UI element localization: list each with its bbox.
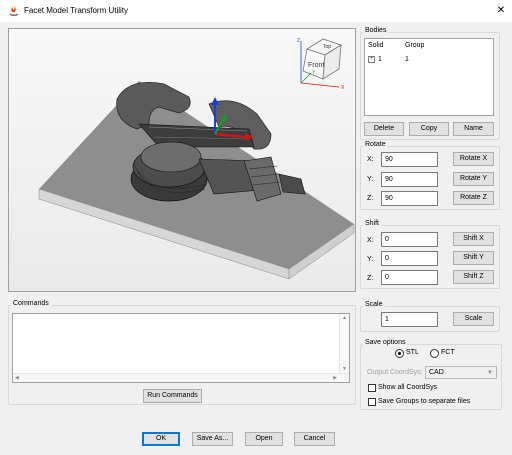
- close-button[interactable]: ✕: [494, 4, 508, 18]
- name-button[interactable]: Name: [453, 122, 494, 136]
- rotate-z-input[interactable]: [381, 191, 438, 206]
- viewcube-top-label: Top: [323, 44, 331, 50]
- rotate-y-label: Y:: [367, 176, 374, 183]
- commands-label: Commands: [11, 300, 51, 307]
- fct-label[interactable]: FCT: [441, 349, 455, 356]
- scale-input[interactable]: [381, 312, 438, 327]
- output-coordsys-value: CAD: [429, 369, 444, 376]
- rotate-x-input[interactable]: [381, 152, 438, 167]
- rotate-y-input[interactable]: [381, 172, 438, 187]
- run-commands-button[interactable]: Run Commands: [143, 389, 202, 403]
- shift-x-label: X:: [367, 237, 374, 244]
- chevron-down-icon: ▼: [487, 370, 493, 376]
- column-header-group[interactable]: Group: [405, 42, 424, 49]
- shift-z-input[interactable]: [381, 270, 438, 285]
- save-groups-checkbox[interactable]: [368, 398, 376, 406]
- viewcube-front-label: Front: [308, 62, 324, 69]
- save-groups-label[interactable]: Save Groups to separate files: [378, 398, 470, 405]
- ok-button[interactable]: OK: [142, 432, 180, 446]
- expand-icon[interactable]: +: [368, 56, 375, 63]
- save-as-button[interactable]: Save As...: [192, 432, 233, 446]
- shift-label: Shift: [363, 220, 382, 227]
- shift-z-button[interactable]: Shift Z: [453, 270, 494, 284]
- window-title: Facet Model Transform Utility: [24, 6, 129, 15]
- bodies-label: Bodies: [363, 27, 389, 34]
- main-window: Facet Model Transform Utility ✕ Top Fron…: [0, 0, 512, 455]
- column-header-solid[interactable]: Solid: [368, 42, 384, 49]
- group-cell[interactable]: 1: [405, 56, 409, 63]
- stl-label[interactable]: STL: [406, 349, 419, 356]
- title-bar: Facet Model Transform Utility ✕: [0, 0, 512, 22]
- commands-horizontal-scrollbar[interactable]: ◀ ▶: [13, 373, 349, 382]
- scroll-left-arrow-icon[interactable]: ◀: [15, 375, 19, 381]
- shift-z-label: Z:: [367, 275, 374, 282]
- fct-radio[interactable]: [430, 349, 439, 358]
- delete-button[interactable]: Delete: [364, 122, 404, 136]
- rotate-z-button[interactable]: Rotate Z: [453, 191, 494, 205]
- scroll-up-arrow-icon[interactable]: ▲: [342, 315, 347, 321]
- rotate-x-button[interactable]: Rotate X: [453, 152, 494, 166]
- shift-y-button[interactable]: Shift Y: [453, 251, 494, 265]
- scale-label: Scale: [363, 301, 385, 308]
- shift-y-input[interactable]: [381, 251, 438, 266]
- open-button[interactable]: Open: [245, 432, 283, 446]
- save-options-label: Save options: [363, 339, 408, 346]
- rotate-z-label: Z:: [367, 195, 374, 202]
- output-coordsys-select[interactable]: CAD ▼: [425, 366, 497, 379]
- rotate-x-label: X:: [367, 156, 374, 163]
- shift-x-button[interactable]: Shift X: [453, 232, 494, 246]
- java-app-icon: [9, 6, 19, 17]
- scroll-right-arrow-icon[interactable]: ▶: [333, 375, 337, 381]
- stl-radio[interactable]: [395, 349, 404, 358]
- model-viewport[interactable]: Top Front Z X Y: [8, 28, 356, 292]
- shift-y-label: Y:: [367, 256, 374, 263]
- copy-button[interactable]: Copy: [409, 122, 449, 136]
- end-pin: [278, 173, 306, 195]
- solid-cell[interactable]: 1: [378, 56, 382, 63]
- view-cube[interactable]: Top Front Z X Y: [295, 33, 351, 91]
- viewcube-z-label: Z: [297, 38, 300, 44]
- output-coordsys-label: Output CoordSys:: [367, 369, 423, 376]
- viewcube-x-label: X: [341, 85, 345, 91]
- show-all-coordsys-label[interactable]: Show all CoordSys: [378, 384, 437, 391]
- shift-x-input[interactable]: [381, 232, 438, 247]
- scroll-down-arrow-icon[interactable]: ▼: [342, 366, 347, 372]
- rotate-label: Rotate: [363, 141, 388, 148]
- commands-textarea[interactable]: ▲ ▼ ◀ ▶: [12, 313, 350, 383]
- rotate-y-button[interactable]: Rotate Y: [453, 172, 494, 186]
- scale-button[interactable]: Scale: [453, 312, 494, 326]
- show-all-coordsys-checkbox[interactable]: [368, 384, 376, 392]
- cancel-button[interactable]: Cancel: [294, 432, 335, 446]
- commands-vertical-scrollbar[interactable]: ▲ ▼: [339, 314, 349, 382]
- bodies-table[interactable]: Solid Group + 1 1: [364, 38, 494, 116]
